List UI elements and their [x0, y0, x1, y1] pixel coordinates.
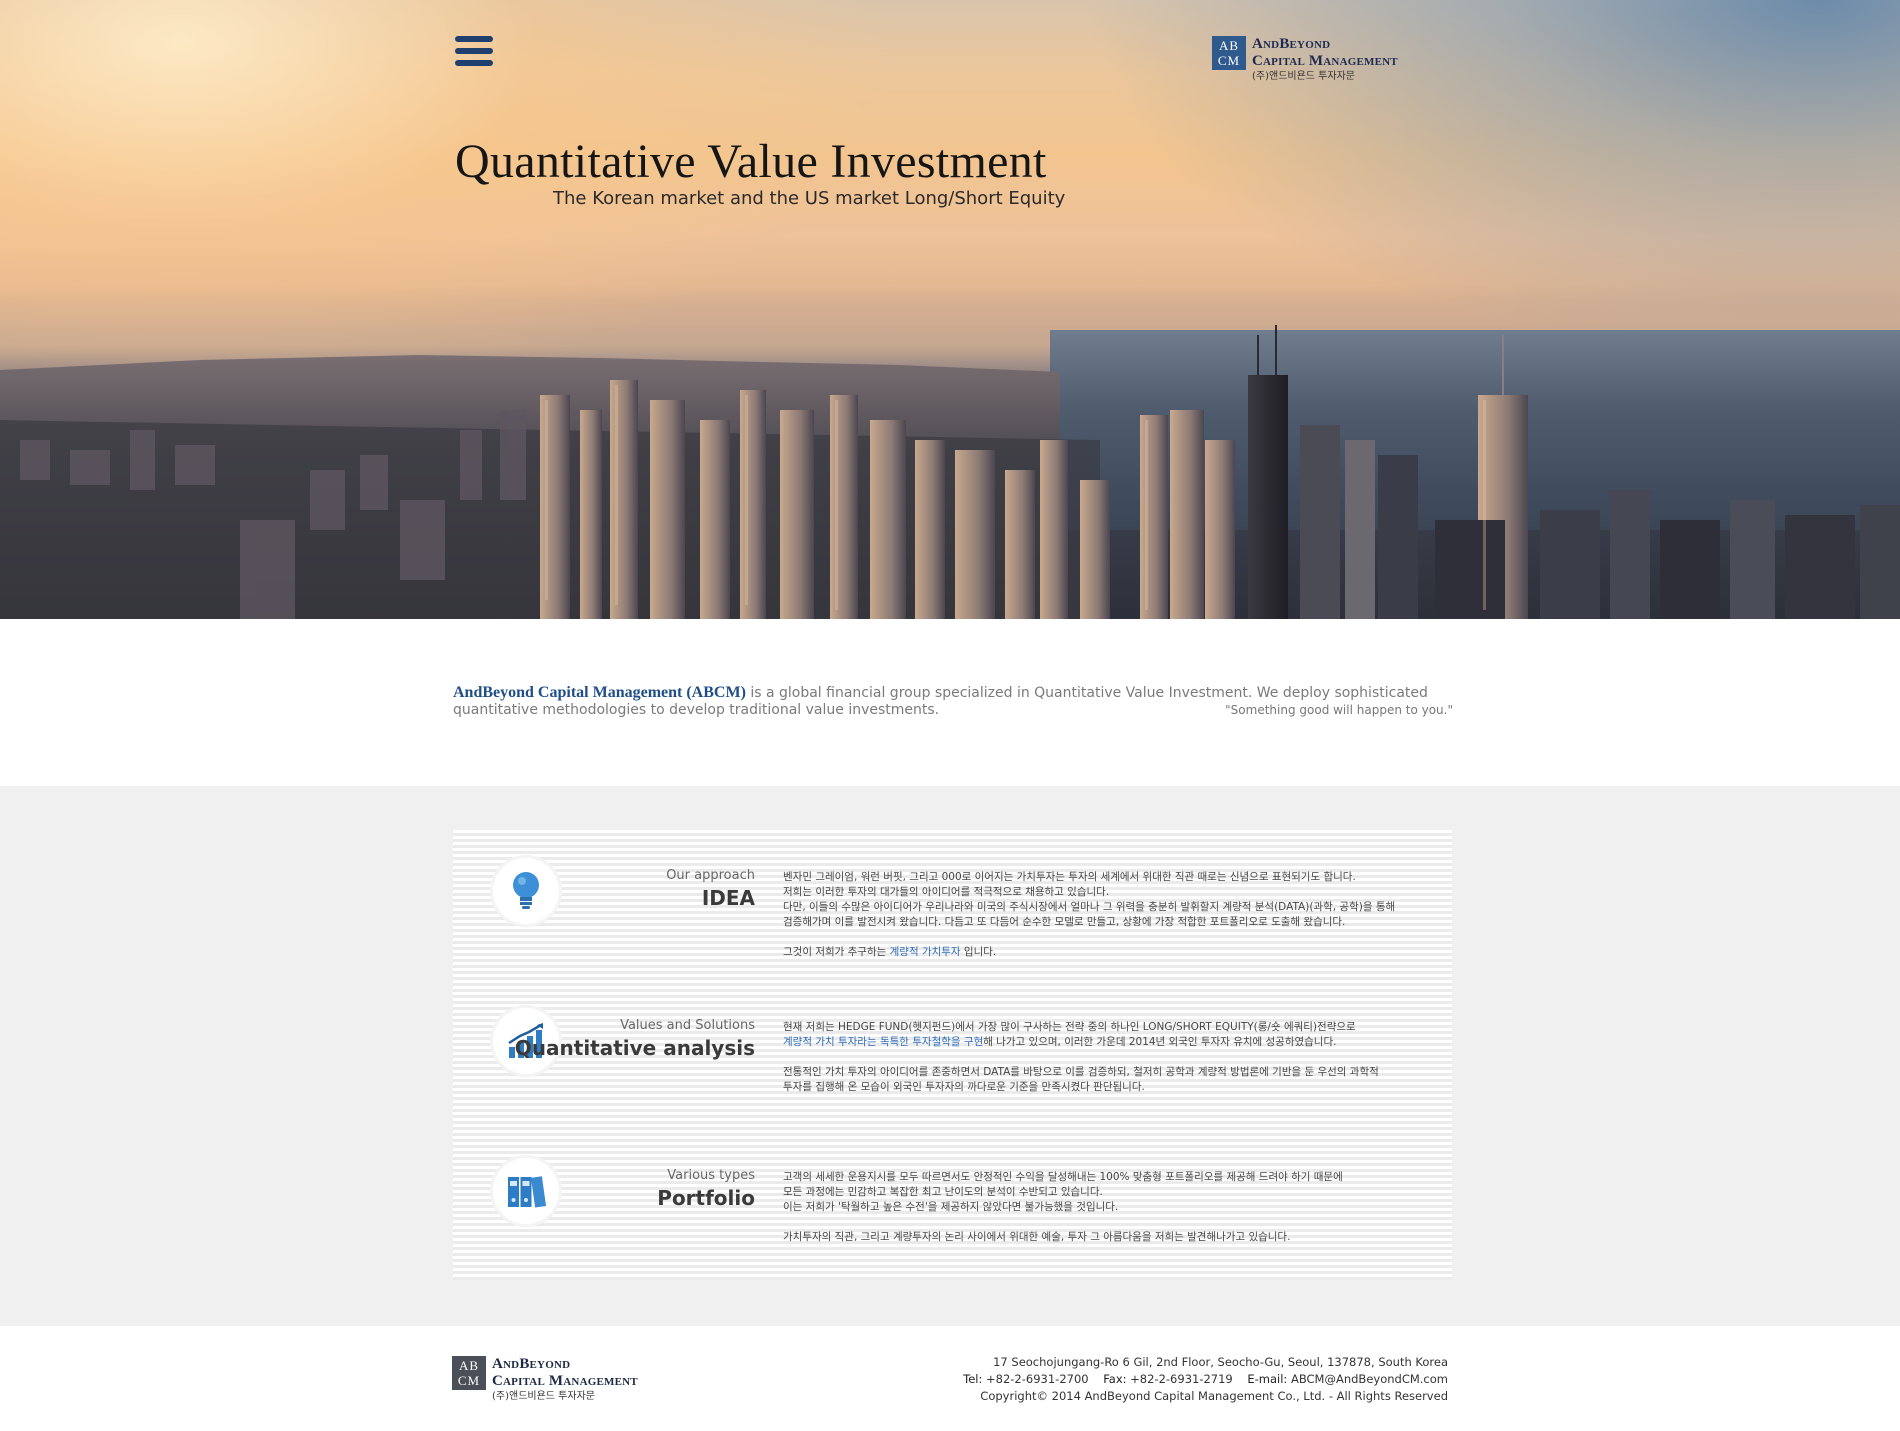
- service-closing: 가치투자의 직관, 그리고 계량투자의 논리 사이에서 위대한 예술, 투자 그…: [783, 1231, 1291, 1243]
- logo-korean-name: (주)앤드비욘드 투자자문: [1252, 71, 1355, 82]
- service-line: 이는 저희가 '탁월하고 높은 수전'을 제공하지 않았다면 불가능했을 것입니…: [783, 1201, 1119, 1213]
- lightbulb-icon: [493, 858, 559, 924]
- highlight-text: 계량적 가치 투자라는 독특한 투자철학을 구현: [783, 1036, 984, 1048]
- service-line: 계량적 가치 투자라는 독특한 투자철학을 구현해 나가고 있으며, 이러한 가…: [783, 1036, 1337, 1048]
- service-line: 다만, 이들의 수많은 아이디어가 우리나라와 미국의 주식시장에서 얼마나 그…: [783, 901, 1396, 913]
- service-heading: Quantitative analysis: [514, 1036, 755, 1060]
- footer-address: 17 Seochojungang-Ro 6 Gil, 2nd Floor, Se…: [993, 1355, 1448, 1369]
- service-description: 벤자민 그레이엄, 워런 버핏, 그리고 000로 이어지는 가치투자는 투자의…: [783, 870, 1443, 960]
- logo-line-2: Capital Management: [1252, 53, 1398, 69]
- service-kicker: Our approach: [666, 868, 755, 883]
- highlight-text: 계량적 가치투자: [889, 946, 961, 958]
- service-closing: 그것이 저희가 추구하는 계량적 가치투자 입니다.: [783, 946, 997, 958]
- service-idea: Our approach IDEA 벤자민 그레이엄, 워런 버핏, 그리고 0…: [453, 830, 1452, 960]
- footer-fax: +82-2-6931-2719: [1130, 1372, 1233, 1386]
- service-line: 모든 과정에는 민감하고 복잡한 최고 난이도의 분석이 수반되고 있습니다.: [783, 1186, 1103, 1198]
- hamburger-menu-icon[interactable]: [455, 36, 495, 70]
- binders-icon: [493, 1158, 559, 1224]
- abcm-logo-mark: AB CM: [452, 1356, 486, 1390]
- footer-tel: +82-2-6931-2700: [986, 1372, 1089, 1386]
- footer-contact-info: 17 Seochojungang-Ro 6 Gil, 2nd Floor, Se…: [963, 1354, 1448, 1405]
- service-heading: IDEA: [701, 886, 755, 910]
- service-kicker: Various types: [667, 1168, 755, 1183]
- service-line: 저희는 이러한 투자의 대가들의 아이디어를 적극적으로 채용하고 있습니다.: [783, 886, 1110, 898]
- service-heading: Portfolio: [657, 1186, 755, 1210]
- footer-contacts: Tel: +82-2-6931-2700 Fax: +82-2-6931-271…: [963, 1372, 1448, 1386]
- service-description: 현재 저희는 HEDGE FUND(헷지펀드)에서 가장 많이 구사하는 전략 …: [783, 1020, 1443, 1095]
- intro-quote: "Something good will happen to you.": [1225, 703, 1453, 717]
- service-line: 투자를 집행해 온 모습이 외국인 투자자의 까다로운 기준을 만족시켰다 판단…: [783, 1081, 1145, 1093]
- logo-line-1: AndBeyond: [1252, 36, 1331, 52]
- abcm-logo-mark: AB CM: [1212, 36, 1246, 70]
- logo-line-2: Capital Management: [492, 1373, 638, 1389]
- city-skyline-image: [0, 325, 1900, 619]
- service-quantitative-analysis: Values and Solutions Quantitative analys…: [453, 980, 1452, 1110]
- logo-wordmark: AndBeyond Capital Management (주)앤드비욘드 투자…: [1252, 36, 1398, 83]
- logo-line-1: AndBeyond: [492, 1356, 571, 1372]
- hero-banner: AB CM AndBeyond Capital Management (주)앤드비…: [0, 0, 1900, 619]
- service-portfolio: Various types Portfolio 고객의 세세한 운용지시를 모두…: [453, 1130, 1452, 1260]
- footer-logo[interactable]: AB CM AndBeyond Capital Management (주)앤드비…: [452, 1356, 638, 1403]
- service-line: 고객의 세세한 운용지시를 모두 따르면서도 안정적인 수익을 달성해내는 10…: [783, 1171, 1343, 1183]
- intro-brand-name: AndBeyond Capital Management (ABCM): [453, 684, 746, 701]
- logo-korean-name: (주)앤드비욘드 투자자문: [492, 1391, 595, 1402]
- service-line: 현재 저희는 HEDGE FUND(헷지펀드)에서 가장 많이 구사하는 전략 …: [783, 1021, 1356, 1033]
- service-line: 전통적인 가치 투자의 아이디어를 존중하면서 DATA를 바탕으로 이를 검증…: [783, 1066, 1379, 1078]
- service-description: 고객의 세세한 운용지시를 모두 따르면서도 안정적인 수익을 달성해내는 10…: [783, 1170, 1443, 1245]
- intro-statement: AndBeyond Capital Management (ABCM) is a…: [453, 684, 1453, 719]
- service-line: 검증해가며 이를 발전시켜 왔습니다. 다듬고 또 다듬어 순수한 모델로 만들…: [783, 916, 1346, 928]
- service-kicker: Values and Solutions: [620, 1018, 755, 1033]
- hero-title: Quantitative Value Investment: [455, 135, 1047, 188]
- footer-copyright: Copyright© 2014 AndBeyond Capital Manage…: [980, 1389, 1448, 1403]
- logo-wordmark: AndBeyond Capital Management (주)앤드비욘드 투자…: [492, 1356, 638, 1403]
- hero-subtitle: The Korean market and the US market Long…: [553, 188, 1066, 209]
- services-list: Our approach IDEA 벤자민 그레이엄, 워런 버핏, 그리고 0…: [453, 830, 1452, 1280]
- header-logo[interactable]: AB CM AndBeyond Capital Management (주)앤드비…: [1212, 36, 1398, 83]
- footer-email-link[interactable]: ABCM@AndBeyondCM.com: [1291, 1372, 1448, 1386]
- footer: AB CM AndBeyond Capital Management (주)앤드비…: [0, 1326, 1900, 1431]
- service-line: 벤자민 그레이엄, 워런 버핏, 그리고 000로 이어지는 가치투자는 투자의…: [783, 871, 1356, 883]
